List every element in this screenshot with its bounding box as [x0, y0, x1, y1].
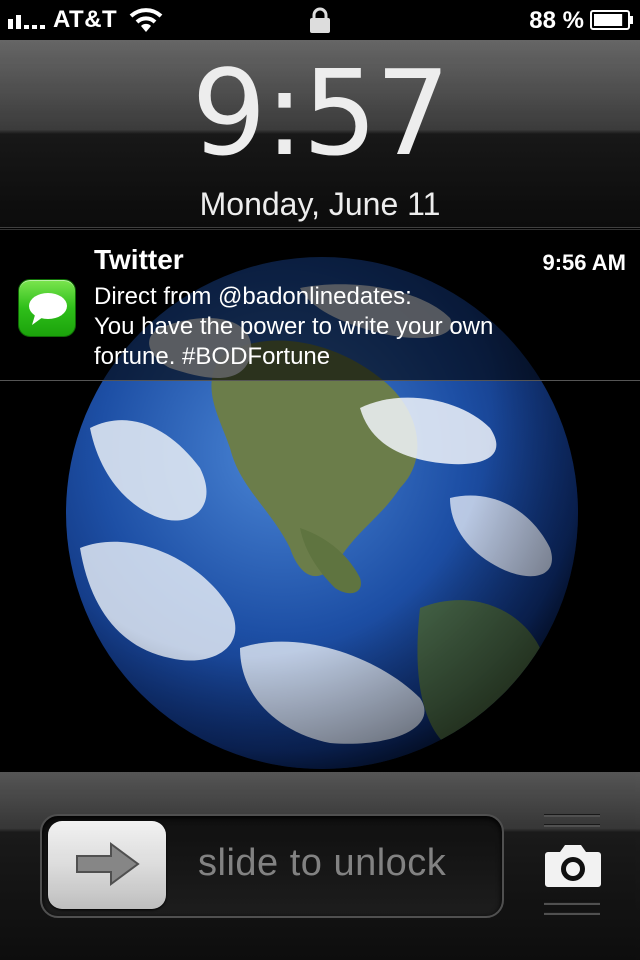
unlock-slider-knob[interactable] [48, 821, 166, 909]
camera-icon [545, 845, 601, 887]
notification[interactable]: Twitter 9:56 AM Direct from @badonlineda… [0, 229, 640, 381]
grip-line [544, 824, 600, 827]
signal-icon [8, 11, 45, 29]
wifi-icon [129, 8, 163, 32]
slide-to-unlock-label: slide to unlock [198, 842, 447, 884]
carrier-name: AT&T [53, 6, 118, 33]
grip-line [544, 912, 600, 915]
battery-icon [590, 10, 633, 30]
grip-line [544, 902, 600, 905]
notification-app-name: Twitter [94, 244, 184, 275]
arrow-right-icon [76, 842, 140, 886]
unlock-slider-track: slide to unlock [40, 814, 504, 918]
notification-time: 9:56 AM [542, 250, 626, 275]
notification-line: fortune. #BODFortune [94, 343, 331, 370]
lock-screen-date: Monday, June 11 [199, 186, 441, 222]
notification-line: Direct from @badonlinedates: [94, 283, 412, 310]
notification-line: You have the power to write your own [94, 313, 494, 340]
clock-panel: 9:57 Monday, June 11 [0, 40, 640, 228]
status-bar: AT&T 88 % [0, 0, 640, 40]
messages-icon [18, 279, 76, 337]
battery-percent: 88 % [529, 7, 584, 34]
lock-screen-time: 9:57 [191, 44, 451, 182]
grip-line [544, 814, 600, 817]
camera-grabber[interactable] [540, 812, 602, 920]
notification-body: Direct from @badonlinedates: You have th… [94, 282, 614, 372]
lock-icon [310, 7, 330, 33]
unlock-bar: slide to unlock [0, 772, 640, 960]
